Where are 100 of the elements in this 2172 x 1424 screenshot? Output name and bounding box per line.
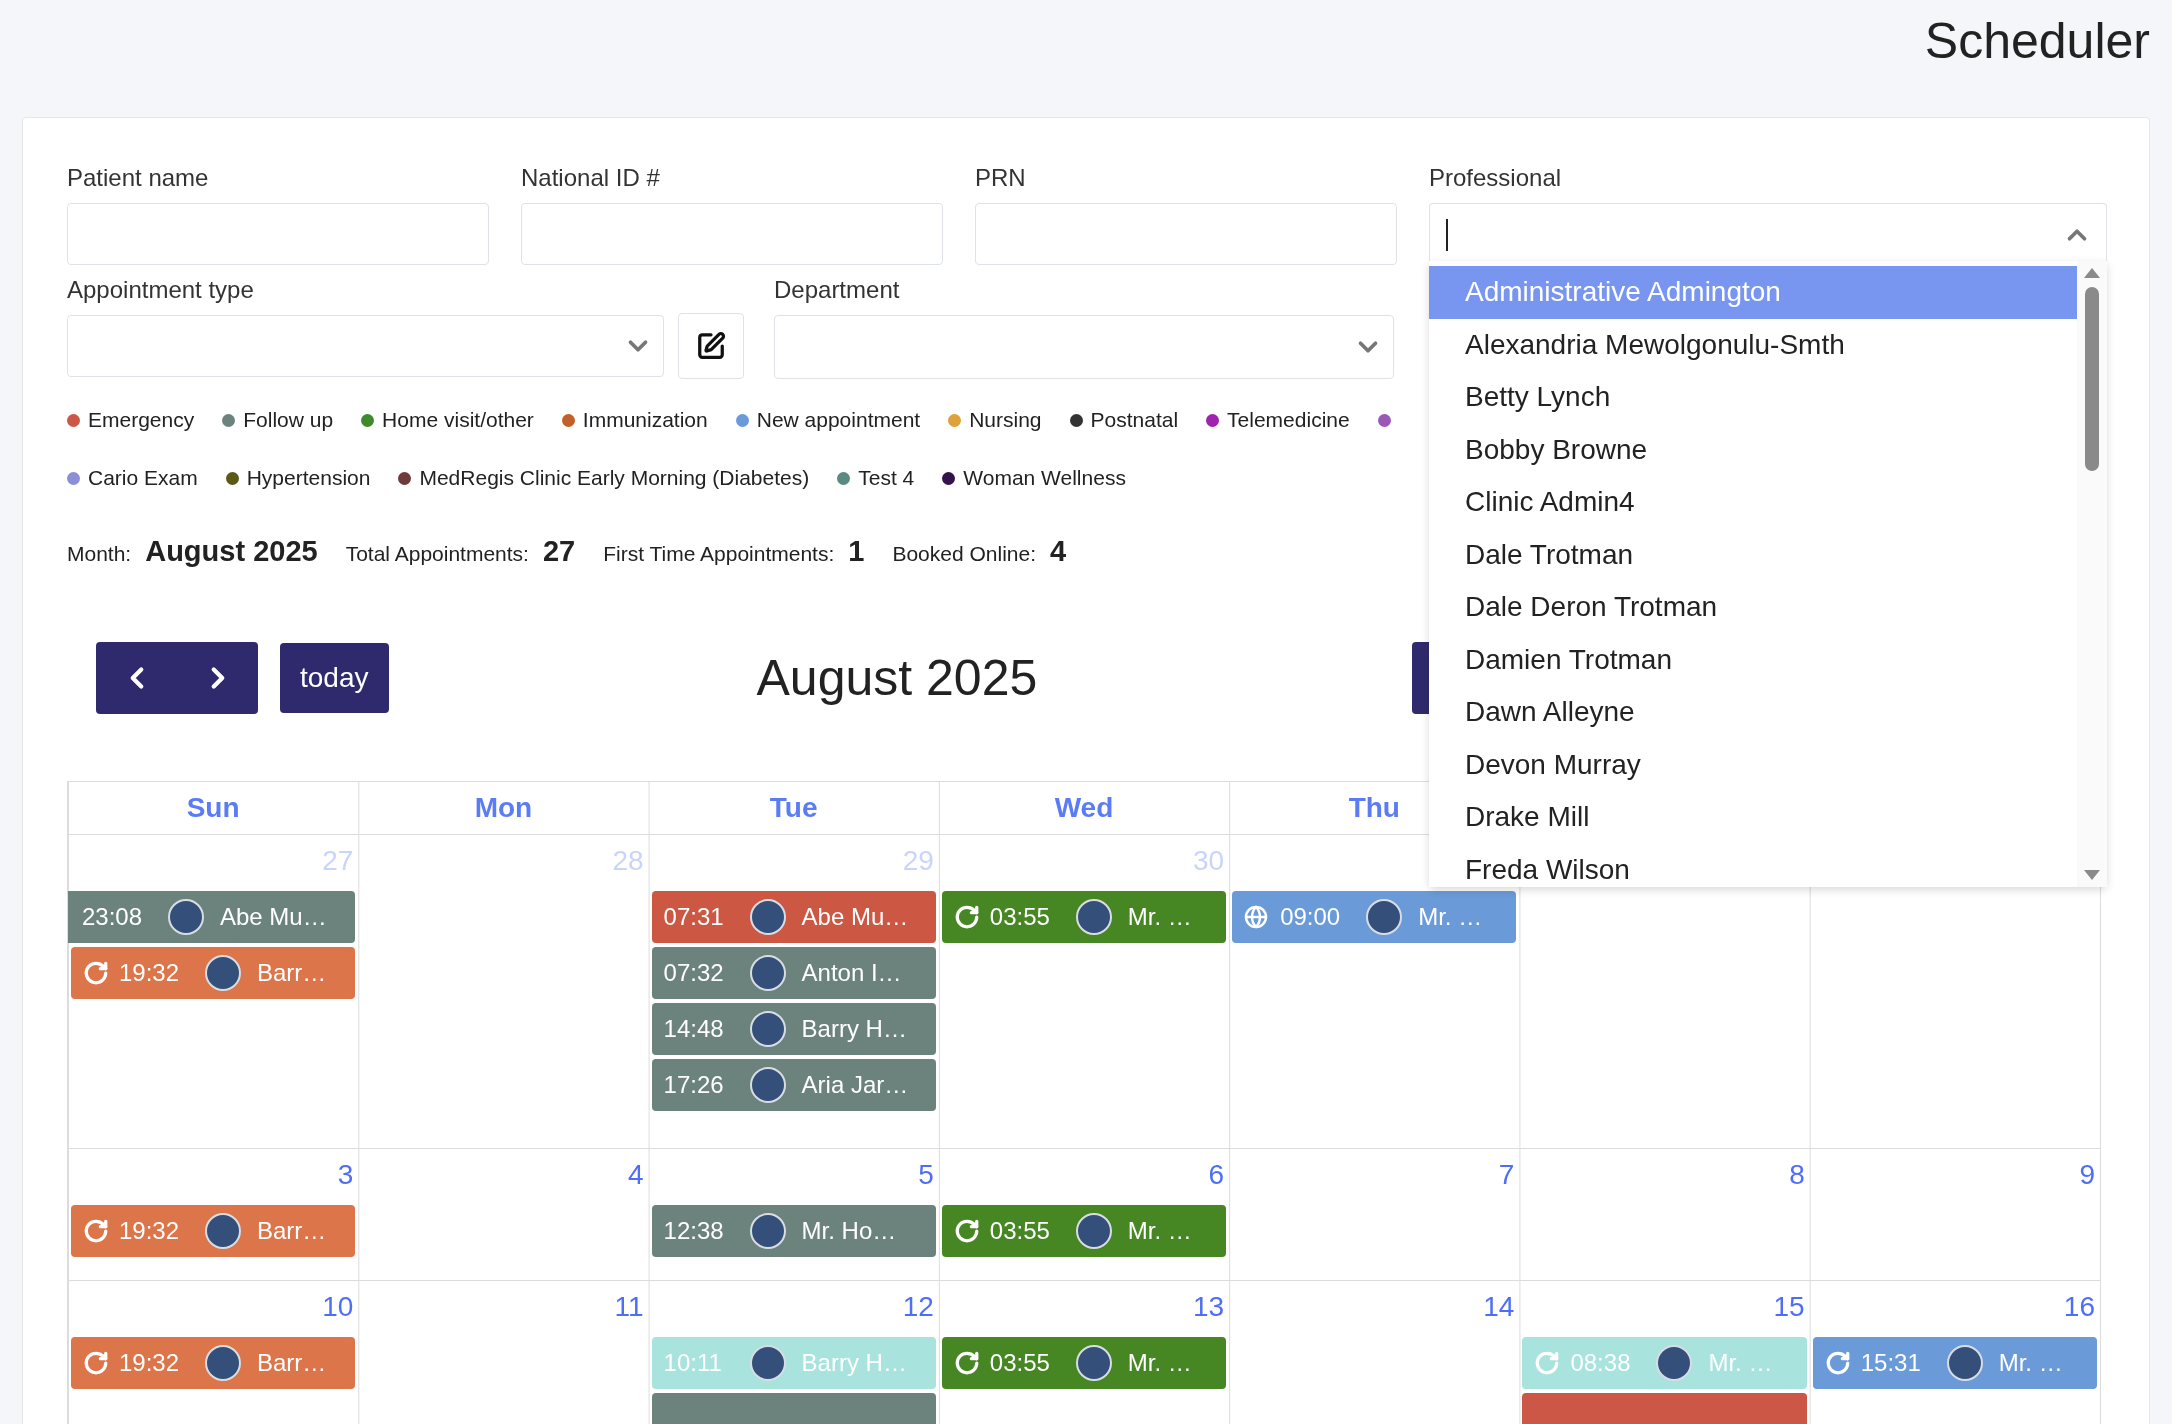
- page-title: Scheduler: [1924, 12, 2150, 71]
- event-time: 19:32: [119, 959, 181, 987]
- day-number[interactable]: 8: [1789, 1149, 1810, 1205]
- edit-icon: [696, 331, 726, 361]
- event-time: 03:55: [989, 1349, 1051, 1377]
- day-number[interactable]: 9: [2079, 1149, 2100, 1205]
- event-bar[interactable]: 03:55 Mr. …: [941, 891, 1227, 943]
- event-bar[interactable]: 14:48 Barry H…: [651, 1003, 936, 1055]
- event-name: Anton I…: [801, 959, 902, 987]
- edit-button[interactable]: [678, 313, 744, 379]
- globe-icon: [1244, 905, 1269, 929]
- event-name: Barry H…: [801, 1015, 907, 1043]
- stat-value: 1: [848, 535, 865, 568]
- event-bar[interactable]: 19:32 Barr…: [71, 1205, 356, 1257]
- refresh-icon: [83, 1350, 109, 1376]
- refresh-icon: [1824, 1350, 1851, 1376]
- stat-label: Total Appointments:: [345, 542, 529, 566]
- avatar-placeholder: [749, 1011, 786, 1047]
- day-number[interactable]: 6: [1208, 1149, 1230, 1205]
- avatar-placeholder: [1656, 1345, 1693, 1381]
- input-field[interactable]: [975, 203, 1397, 265]
- legend-label: Follow up: [243, 408, 334, 432]
- event-name: Abe Mu…: [801, 903, 909, 931]
- day-number[interactable]: 11: [614, 1281, 649, 1337]
- event-bar[interactable]: 23:08 Abe Mu…: [68, 891, 356, 943]
- scroll-down-icon[interactable]: [2083, 869, 2101, 881]
- event-name: Aria Jar…: [801, 1071, 909, 1099]
- avatar-placeholder: [1075, 1345, 1112, 1381]
- avatar-placeholder: [1075, 899, 1112, 935]
- field-label: National ID #: [521, 163, 661, 193]
- scrollbar[interactable]: [2077, 261, 2107, 887]
- refresh-icon: [953, 1218, 980, 1244]
- legend-label: Test 4: [858, 466, 915, 490]
- avatar-placeholder: [205, 1213, 241, 1249]
- legend-label: Telemedicine: [1227, 408, 1350, 432]
- avatar-placeholder: [1366, 899, 1403, 935]
- select-field[interactable]: [67, 315, 664, 377]
- event-name: Mr. …: [1127, 1217, 1192, 1245]
- avatar-placeholder: [1075, 1213, 1112, 1249]
- event-bar[interactable]: 07:31 Abe Mu…: [651, 891, 936, 943]
- legend-label: Emergency: [88, 408, 195, 432]
- input-field[interactable]: [67, 203, 489, 265]
- stat-label: Month:: [67, 542, 132, 566]
- event-bar[interactable]: 19:32 Barr…: [71, 1337, 356, 1389]
- calendar-title: August 2025: [756, 649, 1038, 707]
- event-bar[interactable]: 15:31 Mr. …: [1812, 1337, 2097, 1389]
- scrollbar-thumb[interactable]: [2085, 287, 2099, 471]
- refresh-icon: [953, 904, 980, 930]
- avatar-placeholder: [1946, 1345, 1983, 1381]
- event-bar[interactable]: 03:55 Mr. …: [941, 1337, 1227, 1389]
- day-number[interactable]: 10: [322, 1281, 359, 1337]
- day-number[interactable]: 7: [1498, 1149, 1520, 1205]
- event-name: Mr. …: [1127, 903, 1192, 931]
- next-button[interactable]: [177, 642, 258, 714]
- stat-value: August 2025: [145, 535, 318, 568]
- refresh-icon: [1534, 1350, 1561, 1376]
- weekday-header: Wed: [1054, 792, 1114, 824]
- event-time: 19:32: [119, 1349, 181, 1377]
- legend-label: Woman Wellness: [963, 466, 1126, 490]
- event-time: 09:00: [1280, 903, 1342, 931]
- day-number[interactable]: 3: [337, 1149, 359, 1205]
- legend-label: Postnatal: [1090, 408, 1179, 432]
- event-bar[interactable]: 19:32 Barr…: [71, 947, 356, 999]
- scroll-up-icon[interactable]: [2083, 267, 2101, 279]
- event-time: 12:38: [663, 1217, 725, 1245]
- select-field[interactable]: [774, 315, 1394, 379]
- event-bar[interactable]: 09:00 Mr. …: [1232, 891, 1517, 943]
- event-time: 17:26: [663, 1071, 725, 1099]
- previous-button[interactable]: [96, 642, 177, 714]
- day-number[interactable]: 15: [1773, 1281, 1810, 1337]
- avatar-placeholder: [749, 1213, 786, 1249]
- day-number[interactable]: 5: [918, 1149, 939, 1205]
- today-button[interactable]: today: [280, 643, 389, 713]
- event-bar[interactable]: 07:32 Anton I…: [651, 947, 936, 999]
- day-number[interactable]: 4: [628, 1149, 649, 1205]
- dropdown-option[interactable]: Administrative Admington: [1429, 266, 2077, 319]
- event-name: Barr…: [257, 959, 327, 987]
- dropdown-option[interactable]: Freda Wilson: [1429, 843, 2077, 887]
- avatar-placeholder: [168, 899, 204, 935]
- event-name: Barr…: [257, 1217, 327, 1245]
- event-name: Barry H…: [801, 1349, 907, 1377]
- legend-label: Home visit/other: [382, 408, 534, 432]
- avatar-placeholder: [205, 955, 241, 991]
- event-bar[interactable]: 12:38 Mr. Ho…: [651, 1205, 936, 1257]
- event-time: 03:55: [989, 1217, 1051, 1245]
- event-bar[interactable]: 17:26 Aria Jar…: [651, 1059, 936, 1111]
- event-bar[interactable]: 03:55 Mr. …: [941, 1205, 1227, 1257]
- event-name: Mr. …: [1127, 1349, 1192, 1377]
- day-number[interactable]: 13: [1193, 1281, 1230, 1337]
- day-number[interactable]: 14: [1483, 1281, 1520, 1337]
- field-label: Professional: [1429, 163, 1563, 193]
- event-name: Mr. …: [1708, 1349, 1773, 1377]
- stat-value: 4: [1050, 535, 1067, 568]
- weekday-header: Thu: [1348, 792, 1400, 824]
- legend-label: Cario Exam: [88, 466, 198, 490]
- day-number[interactable]: 12: [902, 1281, 939, 1337]
- input-field[interactable]: [521, 203, 943, 265]
- stat-label: First Time Appointments:: [603, 542, 835, 566]
- refresh-icon: [83, 960, 109, 986]
- day-number[interactable]: 16: [2063, 1281, 2100, 1337]
